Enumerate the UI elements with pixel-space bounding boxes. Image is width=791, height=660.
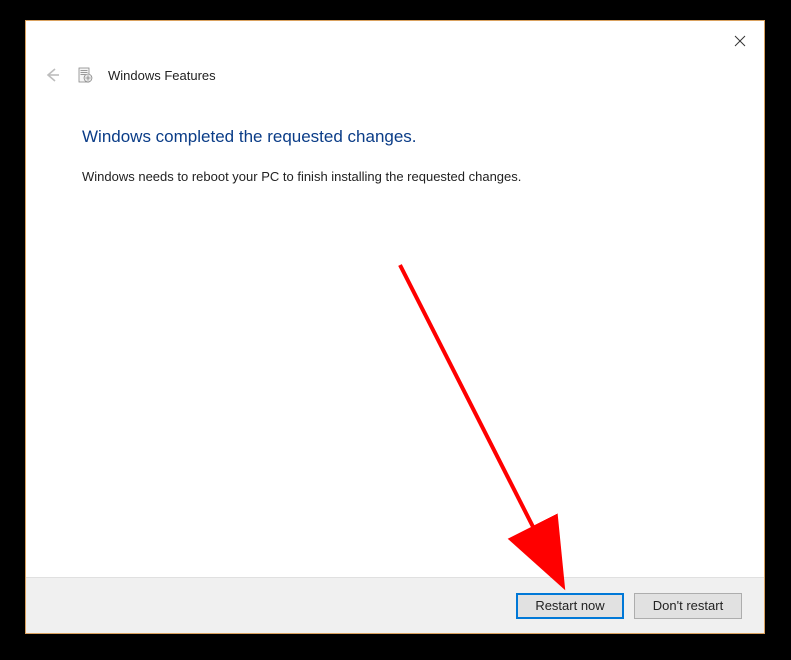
content-area: Windows completed the requested changes.… — [26, 85, 764, 577]
dialog-title: Windows Features — [108, 68, 216, 83]
windows-features-icon — [76, 66, 94, 84]
restart-now-button[interactable]: Restart now — [516, 593, 624, 619]
back-arrow-icon — [43, 66, 61, 84]
windows-features-dialog: Windows Features Windows completed the r… — [25, 20, 765, 634]
main-heading: Windows completed the requested changes. — [82, 127, 764, 147]
header-row: Windows Features — [26, 59, 764, 85]
dont-restart-button[interactable]: Don't restart — [634, 593, 742, 619]
back-button — [42, 65, 62, 85]
titlebar — [26, 21, 764, 59]
button-bar: Restart now Don't restart — [26, 577, 764, 633]
close-button[interactable] — [728, 29, 752, 53]
body-text: Windows needs to reboot your PC to finis… — [82, 169, 764, 184]
close-icon — [734, 35, 746, 47]
